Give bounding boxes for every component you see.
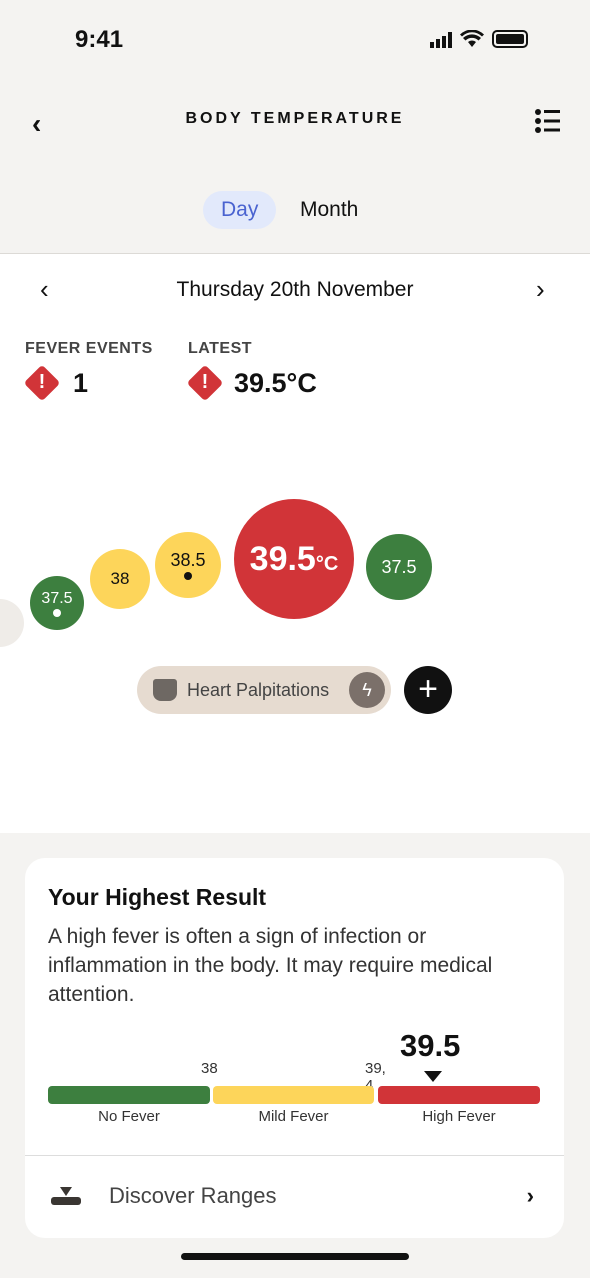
reading-value: 37.5 (381, 556, 417, 577)
fever-events-label: FEVER EVENTS (25, 340, 153, 357)
range-label: High Fever (422, 1108, 496, 1125)
symptom-chip[interactable]: Heart Palpitations ϟ (137, 666, 391, 714)
date-label: Thursday 20th November (176, 278, 414, 301)
ranges-icon (51, 1187, 81, 1205)
status-time: 9:41 (75, 26, 124, 53)
lightning-icon: ϟ (349, 672, 385, 708)
warning-icon: ! (186, 364, 224, 402)
reading-value: 38 (110, 569, 130, 588)
discover-ranges-row[interactable]: Discover Ranges › (25, 1156, 564, 1236)
result-marker-icon (424, 1071, 442, 1082)
note-marker (53, 608, 61, 617)
warning-icon: ! (23, 364, 61, 402)
fever-events-value: 1 (73, 367, 89, 398)
reading-bubble[interactable]: 37.5 (366, 534, 432, 600)
chevron-right-icon: › (526, 1183, 534, 1208)
status-icons (430, 30, 528, 48)
signal-icon (430, 32, 452, 48)
list-icon[interactable] (533, 108, 561, 134)
reading-unit: °C (315, 553, 339, 575)
note-marker (184, 572, 192, 580)
card-title: Your Highest Result (48, 884, 267, 910)
latest-value: 39.5°C (234, 367, 317, 398)
latest-label: LATEST (188, 340, 253, 357)
reading-bubble[interactable]: 38 (90, 549, 150, 609)
reading-value: 39.5 (249, 540, 316, 578)
reading-value: 37.5 (41, 589, 73, 607)
battery-icon (492, 30, 528, 48)
reading-bubble-selected[interactable]: 39.5 °C (234, 499, 354, 619)
range-label: Mild Fever (258, 1108, 329, 1125)
reading-value: 38.5 (170, 550, 206, 570)
symptom-label: Heart Palpitations (187, 679, 330, 700)
page-title: BODY TEMPERATURE (185, 110, 405, 127)
next-day-button[interactable]: › (536, 274, 545, 305)
reading-bubble[interactable]: 37.5 (30, 576, 84, 630)
range-mild-fever (213, 1086, 374, 1104)
plus-icon: + (418, 670, 438, 708)
add-symptom-button[interactable]: + (404, 666, 452, 714)
heart-palpitations-icon (153, 679, 177, 701)
range-label: No Fever (98, 1108, 160, 1125)
discover-ranges-label: Discover Ranges (109, 1183, 277, 1208)
card-description: A high fever is often a sign of infectio… (48, 925, 493, 1006)
range-high-fever (378, 1086, 540, 1104)
tab-month[interactable]: Month (282, 191, 376, 229)
result-value: 39.5 (400, 1028, 461, 1063)
range-no-fever (48, 1086, 210, 1104)
home-indicator (181, 1253, 409, 1260)
tab-day[interactable]: Day (203, 191, 277, 229)
threshold-38: 38 (201, 1060, 218, 1077)
reading-bubble[interactable]: 38.5 (155, 532, 221, 598)
wifi-icon (460, 30, 484, 47)
